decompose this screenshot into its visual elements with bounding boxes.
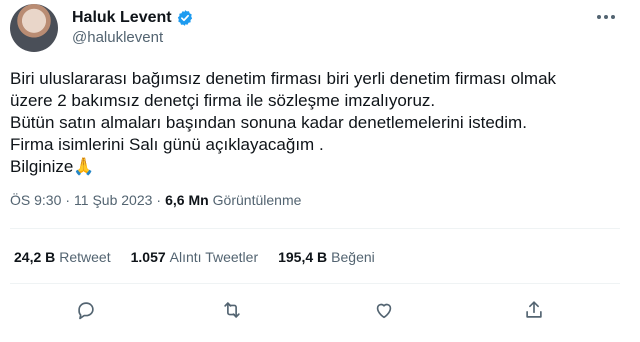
likes-count: 195,4 B — [278, 249, 328, 265]
quotes-stat[interactable]: 1.057 Alıntı Tweetler — [131, 249, 259, 265]
divider — [10, 228, 620, 229]
tweet-time[interactable]: ÖS 9:30 — [10, 192, 61, 208]
avatar[interactable] — [10, 4, 58, 52]
tweet-line: Bütün satın almaları başından sonuna kad… — [10, 113, 527, 132]
tweet-line: üzere 2 bakımsız denetçi firma ile sözle… — [10, 91, 436, 110]
views-count: 6,6 Mn — [165, 192, 209, 208]
likes-stat[interactable]: 195,4 B Beğeni — [278, 249, 375, 265]
author-name-row: Haluk Levent — [72, 8, 194, 28]
quotes-label: Alıntı Tweetler — [169, 249, 259, 265]
reply-icon[interactable] — [74, 298, 98, 322]
author-name[interactable]: Haluk Levent — [72, 8, 172, 28]
quotes-count: 1.057 — [130, 249, 166, 265]
likes-label: Beğeni — [331, 249, 375, 265]
retweets-label: Retweet — [59, 249, 111, 265]
meta-separator: · — [156, 192, 162, 208]
retweets-count: 24,2 B — [14, 249, 56, 265]
tweet-line: Biri uluslararası bağımsız denetim firma… — [10, 69, 557, 88]
tweet-line: Bilginize🙏 — [10, 157, 95, 176]
meta-separator: · — [65, 192, 71, 208]
tweet-line: Firma isimlerini Salı günü açıklayacağım… — [10, 135, 324, 154]
more-options-icon[interactable] — [594, 10, 618, 24]
retweets-stat[interactable]: 24,2 B Retweet — [14, 249, 111, 265]
tweet-date[interactable]: 11 Şub 2023 — [74, 192, 152, 208]
tweet-stats: 24,2 B Retweet 1.057 Alıntı Tweetler 195… — [14, 249, 375, 265]
tweet-text: Biri uluslararası bağımsız denetim firma… — [10, 68, 610, 178]
author-handle[interactable]: @haluklevent — [72, 29, 163, 46]
share-icon[interactable] — [522, 298, 546, 322]
divider — [10, 283, 620, 284]
heart-icon[interactable] — [372, 298, 396, 322]
views-label: Görüntülenme — [212, 192, 302, 208]
verified-badge-icon — [176, 9, 194, 27]
retweet-icon[interactable] — [220, 298, 244, 322]
tweet-meta: ÖS 9:30 · 11 Şub 2023 · 6,6 Mn Görüntüle… — [10, 192, 301, 208]
tweet-actions — [0, 298, 640, 326]
